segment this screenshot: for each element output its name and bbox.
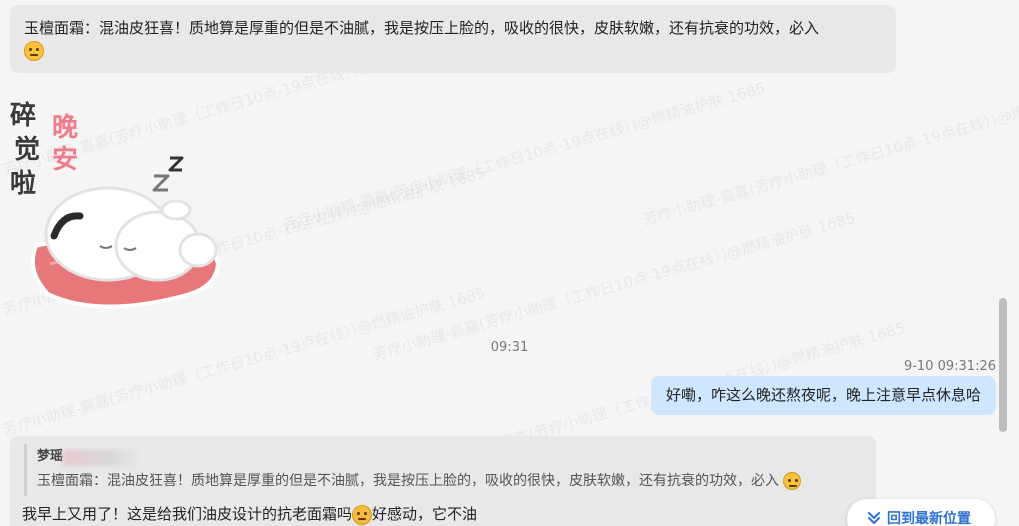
chat-scrollbar[interactable]: [999, 298, 1007, 432]
quote-text: 玉檀面霜：混油皮狂喜！质地算是厚重的但是不油腻，我是按压上脸的，吸收的很快，皮肤…: [37, 470, 862, 492]
back-to-latest-button[interactable]: 回到最新位置: [847, 499, 995, 526]
reply-text-part-2: 好感动，它不油: [372, 505, 478, 523]
message-text: 好嘞，咋这么晚还熬夜呢，晚上注意早点休息哈: [665, 386, 981, 404]
watermark: 芳疗小助理-嘉嘉(芳疗小助理（工作日10点-19点在线）)@燃精油护肤 1685: [640, 74, 1019, 230]
incoming-message-bubble[interactable]: 玉檀面霜：混油皮狂喜！质地算是厚重的但是不油腻，我是按压上脸的，吸收的很快，皮肤…: [10, 5, 896, 73]
outgoing-message-bubble[interactable]: 好嘞，咋这么晚还熬夜呢，晚上注意早点休息哈: [650, 376, 996, 415]
chat-panel[interactable]: 芳疗小助理-嘉嘉(芳疗小助理（工作日10点-19点在线）)@燃精油护肤 1685…: [0, 0, 1019, 526]
message-text: 玉檀面霜：混油皮狂喜！质地算是厚重的但是不油腻，我是按压上脸的，吸收的很快，皮肤…: [24, 19, 820, 37]
quote-author-name: 梦瑶: [37, 449, 64, 464]
double-chevron-down-icon: [868, 512, 880, 524]
thinking-emoji-icon: [24, 40, 44, 61]
incoming-reply-message[interactable]: 梦瑶 玉檀面霜：混油皮狂喜！质地算是厚重的但是不油腻，我是按压上脸的，吸收的很快…: [10, 436, 876, 526]
sticker-right-char-2: 安: [52, 145, 78, 175]
goodnight-sticker[interactable]: 碎 觉 啦 晚 安: [8, 96, 230, 312]
quote-author: 梦瑶: [37, 444, 145, 470]
watermark: 芳疗小助理-嘉嘉(芳疗小助理（工作日10点-19点在线）)@燃精油护肤 1685: [280, 78, 768, 235]
back-to-latest-label: 回到最新位置: [887, 511, 971, 526]
message-timestamp: 9-10 09:31:26: [903, 359, 996, 374]
sticker-right-char-1: 晚: [52, 113, 78, 143]
quoted-message[interactable]: 梦瑶 玉檀面霜：混油皮狂喜！质地算是厚重的但是不油腻，我是按压上脸的，吸收的很快…: [24, 444, 862, 496]
reply-text: 我早上又用了！这是给我们油皮设计的抗老面霜吗 好感动，它不油: [22, 502, 477, 526]
thinking-emoji-icon: [783, 472, 802, 490]
hugging-emoji-icon: [352, 504, 373, 525]
sleeping-bunny-sticker-image: 碎 觉 啦 晚 安: [10, 101, 221, 309]
redacted-name-blur: [63, 450, 145, 466]
reply-text-part-1: 我早上又用了！这是给我们油皮设计的抗老面霜吗: [22, 505, 353, 523]
sticker-left-char-2: 觉: [14, 135, 40, 165]
scrollbar-thumb[interactable]: [999, 298, 1007, 432]
time-divider: 09:31: [490, 340, 529, 355]
quote-text-content: 玉檀面霜：混油皮狂喜！质地算是厚重的但是不油腻，我是按压上脸的，吸收的很快，皮肤…: [37, 473, 779, 489]
sticker-left-char-1: 碎: [10, 101, 36, 131]
sticker-left-char-3: 啦: [10, 168, 36, 199]
